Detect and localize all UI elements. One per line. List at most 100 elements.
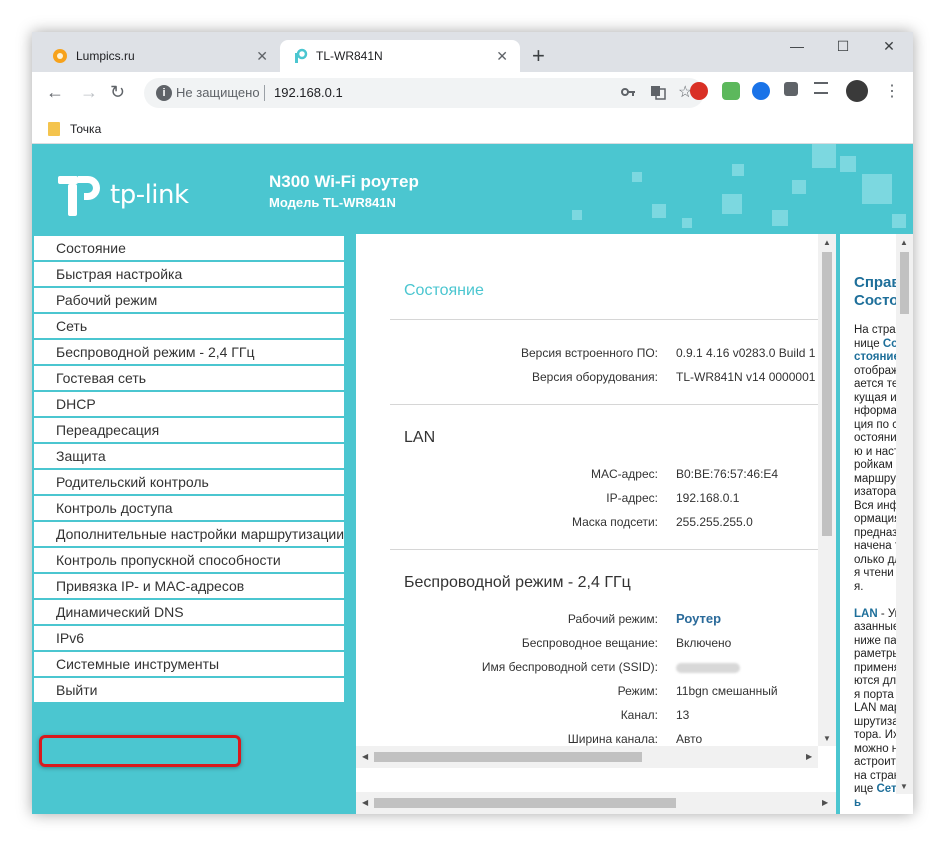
media-control-icon[interactable]: [814, 82, 828, 94]
opera-extension-icon[interactable]: [690, 82, 708, 100]
new-tab-button[interactable]: +: [532, 44, 545, 68]
banner-decoration: [732, 164, 744, 176]
scrollbar-thumb[interactable]: [374, 752, 642, 762]
banner-decoration: [572, 210, 582, 220]
close-window-button[interactable]: ✕: [866, 38, 912, 55]
scroll-down-arrow-icon[interactable]: ▼: [900, 782, 908, 792]
profile-avatar[interactable]: [846, 80, 868, 102]
menu-item-network[interactable]: Сеть: [34, 314, 344, 340]
divider: [390, 319, 818, 320]
menu-item-operation-mode[interactable]: Рабочий режим: [34, 288, 344, 314]
hardware-label: Версия оборудования:: [532, 370, 658, 384]
mac-value: B0:BE:76:57:46:E4: [676, 467, 779, 481]
mac-label: MAC-адрес:: [590, 467, 658, 481]
lan-heading: LAN: [404, 429, 436, 446]
tplink-logo-icon: [58, 176, 100, 216]
url-text[interactable]: 192.168.0.1: [274, 85, 343, 100]
address-bar[interactable]: i Не защищено 192.168.0.1 ☆: [144, 78, 704, 108]
outer-horizontal-scrollbar[interactable]: ◀ ▶: [356, 792, 836, 814]
vpn-extension-icon[interactable]: [752, 82, 770, 100]
folder-icon: [48, 122, 60, 136]
banner-decoration: [652, 204, 666, 218]
ssid-label: Имя беспроводной сети (SSID):: [481, 660, 658, 674]
scroll-left-arrow-icon[interactable]: ◀: [362, 798, 368, 808]
extensions-puzzle-icon[interactable]: [784, 82, 798, 96]
security-label: Не защищено: [176, 85, 260, 100]
tab-title: TL-WR841N: [316, 49, 383, 63]
help-text-part: отображается текущая информация по состо…: [854, 364, 902, 593]
status-heading: Состояние: [404, 282, 484, 299]
banner-decoration: [840, 156, 856, 172]
help-scrollbar[interactable]: ▲ ▼: [896, 234, 913, 794]
menu-item-access-control[interactable]: Контроль доступа: [34, 496, 344, 522]
banner-decoration: [772, 210, 788, 226]
banner-decoration: [812, 144, 836, 168]
tab-close-icon[interactable]: ✕: [496, 48, 508, 64]
firmware-value: 0.9.1 4.16 v0283.0 Build 1: [676, 346, 816, 360]
tab-router[interactable]: TL-WR841N ✕: [280, 40, 520, 72]
logo-text: tp-link: [110, 180, 189, 210]
scroll-left-arrow-icon[interactable]: ◀: [362, 752, 368, 762]
channel-width-label: Ширина канала:: [567, 732, 658, 746]
scrollbar-thumb[interactable]: [374, 798, 676, 808]
menu-item-guest-network[interactable]: Гостевая сеть: [34, 366, 344, 392]
maximize-button[interactable]: ☐: [820, 38, 866, 55]
menu-item-dhcp[interactable]: DHCP: [34, 392, 344, 418]
menu-item-advanced-routing[interactable]: Дополнительные настройки маршрутизации: [34, 522, 344, 548]
scroll-right-arrow-icon[interactable]: ▶: [822, 798, 828, 808]
banner-decoration: [792, 180, 806, 194]
tplink-favicon-icon: [292, 48, 308, 64]
back-button[interactable]: ←: [46, 82, 64, 102]
menu-item-dynamic-dns[interactable]: Динамический DNS: [34, 600, 344, 626]
menu-item-parental-control[interactable]: Родительский контроль: [34, 470, 344, 496]
inner-horizontal-scrollbar[interactable]: ◀ ▶: [356, 746, 818, 768]
tplink-logo: tp-link: [56, 170, 216, 220]
tab-bar: Lumpics.ru ✕ TL-WR841N ✕ + — ☐ ✕: [32, 32, 913, 72]
menu-item-ip-mac-binding[interactable]: Привязка IP- и MAC-адресов: [34, 574, 344, 600]
sidebar-menu: Состояние Быстрая настройка Рабочий режи…: [32, 234, 346, 814]
ssid-value-blurred: [676, 662, 740, 676]
scroll-right-arrow-icon[interactable]: ▶: [806, 752, 812, 762]
reload-button[interactable]: ↻: [110, 82, 125, 102]
translate-icon[interactable]: [650, 84, 666, 103]
mask-value: 255.255.255.0: [676, 515, 753, 529]
scrollbar-thumb[interactable]: [822, 252, 832, 536]
scroll-up-arrow-icon[interactable]: ▲: [900, 238, 908, 248]
menu-item-logout[interactable]: Выйти: [34, 678, 344, 704]
wireless-mode-label: Режим:: [617, 684, 658, 698]
channel-value: 13: [676, 708, 690, 722]
menu-item-security[interactable]: Защита: [34, 444, 344, 470]
hardware-value: TL-WR841N v14 0000001: [676, 370, 816, 384]
menu-item-forwarding[interactable]: Переадресация: [34, 418, 344, 444]
scroll-up-arrow-icon[interactable]: ▲: [823, 238, 831, 248]
browser-menu-icon[interactable]: ⋮: [884, 82, 900, 102]
vertical-scrollbar[interactable]: ▲ ▼: [818, 234, 836, 746]
music-extension-icon[interactable]: [722, 82, 740, 100]
bookmark-folder-tochka[interactable]: Точка: [70, 122, 101, 136]
menu-item-status[interactable]: Состояние: [34, 236, 344, 262]
site-info-icon[interactable]: i: [156, 85, 172, 101]
forward-button[interactable]: →: [80, 82, 98, 102]
status-frame: Состояние Версия встроенного ПО: 0.9.1 4…: [356, 234, 836, 814]
menu-item-system-tools[interactable]: Системные инструменты: [34, 652, 344, 678]
menu-item-wireless[interactable]: Беспроводной режим - 2,4 ГГц: [34, 340, 344, 366]
menu-item-ipv6[interactable]: IPv6: [34, 626, 344, 652]
tab-lumpics[interactable]: Lumpics.ru ✕: [40, 40, 280, 72]
divider: [390, 404, 818, 405]
help-text: На странице Состояние отображается текущ…: [854, 324, 902, 814]
scrollbar-thumb[interactable]: [900, 252, 909, 314]
firmware-label: Версия встроенного ПО:: [521, 346, 658, 360]
minimize-button[interactable]: —: [774, 38, 820, 54]
key-icon[interactable]: [620, 84, 636, 103]
help-link-lan[interactable]: LAN: [854, 608, 878, 620]
menu-item-quick-setup[interactable]: Быстрая настройка: [34, 262, 344, 288]
channel-width-value: Авто: [676, 732, 703, 746]
tab-close-icon[interactable]: ✕: [256, 48, 268, 64]
scroll-down-arrow-icon[interactable]: ▼: [823, 734, 831, 744]
system-tools-highlight: [39, 735, 241, 767]
operation-mode-value: Роутер: [676, 611, 722, 626]
omnibox-divider: [264, 85, 265, 101]
menu-item-bandwidth-control[interactable]: Контроль пропускной способности: [34, 548, 344, 574]
tab-title: Lumpics.ru: [76, 49, 135, 63]
router-title: N300 Wi-Fi роутер: [269, 172, 419, 191]
